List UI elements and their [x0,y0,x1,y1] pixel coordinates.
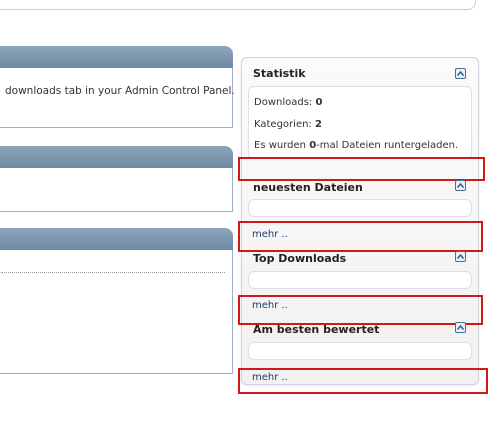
left-panel-3 [0,228,233,374]
top-downloads-box [248,271,472,289]
statistik-title: Statistik [253,67,306,80]
neueste-box [248,199,472,217]
summary-prefix: Es wurden [254,140,310,151]
left-panel-2-header [0,146,233,168]
download-summary: Es wurden 0-mal Dateien runtergeladen. [254,140,458,151]
highlight-box-4 [238,368,488,394]
highlight-box-1 [238,157,485,181]
top-downloads-title: Top Downloads [253,252,347,265]
highlight-box-2 [238,221,483,252]
kategorien-value: 2 [314,119,322,130]
left-panel-1-text: downloads tab in your Admin Control Pane… [5,85,235,97]
left-panel-1-header [0,46,233,68]
collapse-up-icon[interactable] [455,251,466,262]
left-panel-1-body: downloads tab in your Admin Control Pane… [0,68,235,128]
collapse-up-icon[interactable] [455,180,466,191]
downloads-label: Downloads: [254,97,316,108]
left-panel-1: downloads tab in your Admin Control Pane… [0,46,235,128]
collapse-up-icon[interactable] [455,68,466,79]
highlight-box-3 [238,295,483,325]
collapse-up-icon[interactable] [455,322,466,333]
summary-suffix: -mal Dateien runtergeladen. [316,140,459,151]
dotted-divider [1,272,225,273]
downloads-value: 0 [315,97,323,108]
left-panel-3-header [0,228,233,250]
left-panel-2-body [0,168,233,212]
best-rated-title: Am besten bewertet [253,323,380,336]
best-rated-box [248,342,472,360]
left-panel-3-body [0,250,233,374]
top-input-strip[interactable] [0,0,476,10]
kategorien-count: Kategorien: 2 [254,119,322,130]
kategorien-label: Kategorien: [254,119,315,130]
downloads-count: Downloads: 0 [254,97,322,108]
neueste-title: neuesten Dateien [253,181,363,194]
left-panel-2 [0,146,233,212]
